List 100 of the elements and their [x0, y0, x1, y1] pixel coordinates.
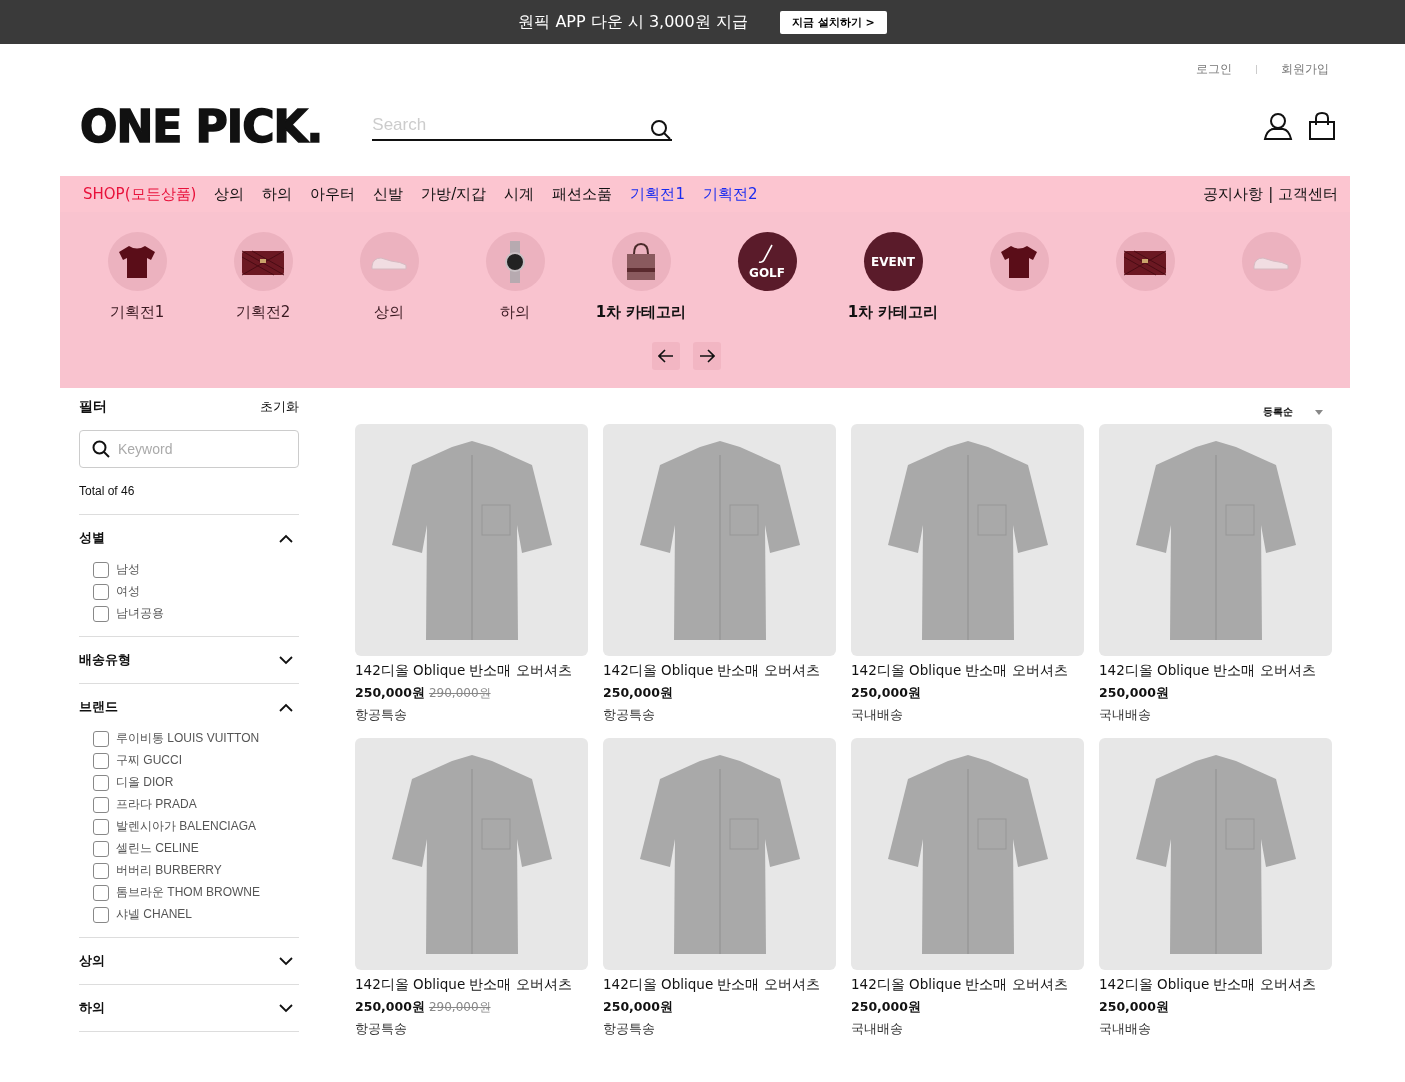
shipping-type: 국내배송	[851, 707, 904, 724]
original-price: 290,000원	[428, 685, 491, 702]
chevron-down-icon[interactable]	[279, 655, 293, 665]
product-name[interactable]: 142디올 Oblique 반소매 오버셔츠	[355, 976, 588, 994]
previous-button[interactable]	[652, 342, 680, 370]
nav-link[interactable]: 신발	[373, 184, 404, 204]
nav-link[interactable]: 기획전1	[630, 184, 685, 204]
category-label: 하의	[500, 303, 530, 322]
category-label: 1차 카테고리	[847, 303, 939, 322]
product-name[interactable]: 142디올 Oblique 반소매 오버셔츠	[851, 976, 1084, 994]
search-icon[interactable]	[650, 119, 673, 141]
filter-section-title: 브랜드	[79, 698, 118, 716]
option-label: 여성	[116, 583, 140, 600]
option-label: 톰브라운 THOM BROWNE	[116, 884, 260, 901]
filter-title: 필터	[79, 398, 107, 416]
checkbox[interactable]	[93, 583, 109, 600]
tote-bag-icon	[624, 241, 658, 282]
keyword-field[interactable]: Keyword	[79, 430, 299, 468]
nav-link[interactable]: 상의	[214, 184, 245, 204]
category-label: 기획전2	[235, 303, 291, 322]
logo[interactable]: ONE PICK.	[80, 100, 323, 152]
checkbox[interactable]	[93, 774, 109, 791]
option-label: 구찌 GUCCI	[116, 752, 182, 769]
reset-link[interactable]: 초기화	[260, 398, 299, 416]
nav-link[interactable]: 아우터	[310, 184, 356, 204]
left-arrow-icon	[658, 349, 674, 363]
chevron-down-icon[interactable]	[279, 1003, 293, 1013]
result-count: Total of 46	[79, 484, 299, 515]
filter-section-title: 성별	[79, 529, 105, 547]
shipping-type: 항공특송	[355, 1021, 408, 1038]
checkbox[interactable]	[93, 796, 109, 813]
checkbox[interactable]	[93, 752, 109, 769]
product-name[interactable]: 142디올 Oblique 반소매 오버셔츠	[1099, 662, 1332, 680]
chevron-up-icon[interactable]	[279, 533, 293, 543]
shipping-type: 항공특송	[603, 1021, 656, 1038]
user-icon[interactable]	[1263, 111, 1293, 141]
t-shirt-icon	[999, 243, 1039, 280]
chevron-up-icon[interactable]	[279, 702, 293, 712]
product-name[interactable]: 142디올 Oblique 반소매 오버셔츠	[851, 662, 1084, 680]
filter-section-title: 상의	[79, 952, 105, 970]
checkbox[interactable]	[93, 730, 109, 747]
shipping-type: 국내배송	[851, 1021, 904, 1038]
product-price: 250,000원	[355, 685, 425, 702]
next-button[interactable]	[693, 342, 721, 370]
nav-link[interactable]: 시계	[504, 184, 535, 204]
t-shirt-icon	[117, 243, 157, 280]
shipping-type: 국내배송	[1099, 1021, 1152, 1038]
shipping-type: 항공특송	[355, 707, 408, 724]
filter-section-title: 하의	[79, 999, 105, 1017]
category-badge[interactable]: GOLF	[737, 232, 797, 291]
product-price: 250,000원	[851, 999, 921, 1016]
product-name[interactable]: 142디올 Oblique 반소매 오버셔츠	[603, 662, 836, 680]
nav-link[interactable]: 하의	[262, 184, 293, 204]
product-photo[interactable]	[355, 424, 588, 656]
shopping-bag-icon[interactable]	[1307, 111, 1337, 141]
product-price: 250,000원	[603, 685, 673, 702]
original-price: 290,000원	[428, 999, 491, 1016]
checkbox[interactable]	[93, 561, 109, 578]
option-label: 남녀공용	[116, 605, 164, 622]
checkbox[interactable]	[93, 605, 109, 622]
product-name[interactable]: 142디올 Oblique 반소매 오버셔츠	[1099, 976, 1332, 994]
product-photo[interactable]	[603, 738, 836, 970]
wristwatch-icon	[503, 239, 527, 284]
nav-link[interactable]: 가방/지갑	[421, 184, 487, 204]
product-name[interactable]: 142디올 Oblique 반소매 오버셔츠	[355, 662, 588, 680]
product-photo[interactable]	[603, 424, 836, 656]
category-badge[interactable]: EVENT	[863, 232, 923, 291]
product-photo[interactable]	[851, 424, 1084, 656]
category-label: 상의	[374, 303, 404, 322]
product-price: 250,000원	[1099, 685, 1169, 702]
shipping-type: 국내배송	[1099, 707, 1152, 724]
option-label: 샤넬 CHANEL	[116, 906, 192, 923]
sort-dropdown[interactable]: 등록순	[355, 388, 1333, 424]
nav-link[interactable]: 패션소품	[552, 184, 613, 204]
product-photo[interactable]	[1099, 424, 1332, 656]
checkbox[interactable]	[93, 818, 109, 835]
nav-link[interactable]: 기획전2	[702, 184, 758, 204]
product-photo[interactable]	[1099, 738, 1332, 970]
chevron-down-icon[interactable]	[279, 956, 293, 966]
shipping-type: 항공특송	[603, 707, 656, 724]
checkbox[interactable]	[93, 906, 109, 923]
option-label: 루이비통 LOUIS VUITTON	[116, 730, 260, 747]
option-label: 셀린느 CELINE	[116, 840, 199, 857]
install-button[interactable]: 지금 설치하기 >	[779, 10, 887, 34]
option-label: 디올 DIOR	[116, 774, 174, 791]
product-price: 250,000원	[603, 999, 673, 1016]
product-name[interactable]: 142디올 Oblique 반소매 오버셔츠	[603, 976, 836, 994]
option-label: 남성	[116, 561, 140, 578]
account-link[interactable]: 로그인	[1196, 60, 1232, 78]
support-links[interactable]: 공지사항 | 고객센터	[1203, 184, 1338, 204]
checkbox[interactable]	[93, 884, 109, 901]
product-photo[interactable]	[355, 738, 588, 970]
product-price: 250,000원	[355, 999, 425, 1016]
checkbox[interactable]	[93, 840, 109, 857]
account-link[interactable]: 회원가입	[1281, 60, 1329, 78]
checkbox[interactable]	[93, 862, 109, 879]
right-arrow-icon	[699, 349, 715, 363]
product-price: 250,000원	[851, 685, 921, 702]
product-photo[interactable]	[851, 738, 1084, 970]
category-label: 기획전1	[109, 303, 165, 322]
